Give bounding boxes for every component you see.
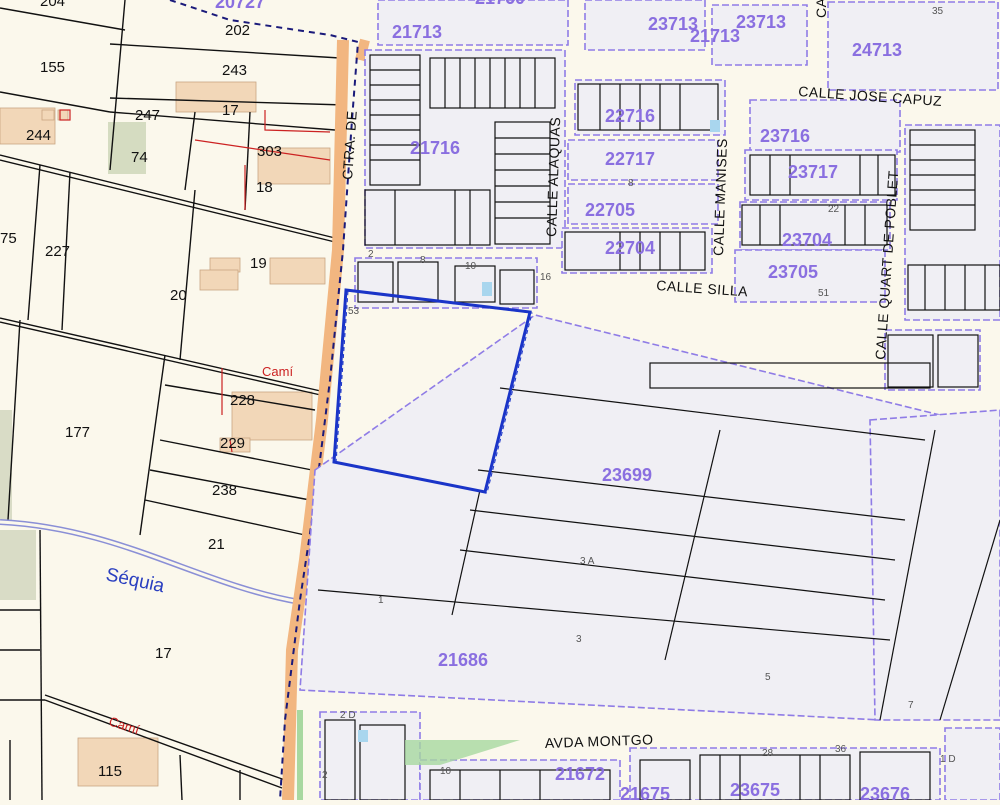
parcel-label: 115 [98, 763, 122, 780]
parcel-label: 243 [222, 62, 247, 79]
cadastral-map[interactable]: 204 202 155 243 247 17 244 74 303 18 75 … [0, 0, 1000, 804]
parcel-label: 21 [208, 536, 225, 553]
parcel-label: 303 [257, 143, 282, 160]
block-label: 23704 [782, 230, 832, 250]
house-number: 1 D [940, 754, 956, 765]
house-number: 2 D [340, 710, 356, 721]
house-number: 51 [818, 288, 830, 299]
block-label: 21675 [620, 784, 670, 800]
house-number: 8 [628, 178, 634, 189]
block-label: 22705 [585, 200, 635, 220]
house-number: 53 [348, 306, 360, 317]
house-number: 36 [835, 744, 847, 755]
block-label: 23713 [736, 12, 786, 32]
house-number: 28 [762, 748, 774, 759]
house-number: 8 [420, 255, 426, 266]
block-label: 23676 [860, 784, 910, 800]
block-label: 21716 [410, 138, 460, 158]
block-label: 23675 [730, 780, 780, 800]
parcel-label: 17 [222, 102, 239, 119]
block-label: 23705 [768, 262, 818, 282]
house-number: 3 A [580, 556, 595, 567]
parcel-label: 75 [0, 230, 17, 247]
parcel-label: 18 [256, 179, 273, 196]
block-label: 21686 [438, 650, 488, 670]
parcel-label: 74 [131, 149, 148, 166]
house-number: 35 [932, 6, 944, 17]
parcel-label: 17 [155, 645, 172, 662]
house-number: 22 [828, 204, 840, 215]
block-label: 22717 [605, 149, 655, 169]
house-number: 3 [576, 634, 582, 645]
house-number: 10 [440, 766, 452, 777]
parcel-label: 202 [225, 22, 250, 39]
parcel-label: 19 [250, 255, 267, 272]
block-label: 23716 [760, 126, 810, 146]
block-label: 24713 [852, 40, 902, 60]
parcel-label: 238 [212, 482, 237, 499]
parcel-label: 229 [220, 435, 245, 452]
street-label: CA [813, 0, 829, 18]
block-label: 21672 [555, 764, 605, 784]
parcel-label: 247 [135, 107, 160, 124]
cami-label: Camí [262, 364, 293, 379]
house-number: 7 [908, 700, 914, 711]
house-number: 2 [322, 770, 328, 781]
house-number: 16 [540, 272, 552, 283]
parcel-label: 177 [65, 424, 90, 441]
house-number: 5 [765, 672, 771, 683]
parcel-label: 20 [170, 287, 187, 304]
block-label: 23713 [648, 14, 698, 34]
block-label: 22716 [605, 106, 655, 126]
parcel-label: 227 [45, 243, 70, 260]
parcel-label: 228 [230, 392, 255, 409]
green-strip [0, 530, 36, 600]
house-number: 2 [368, 249, 374, 260]
map-canvas: 204 202 155 243 247 17 244 74 303 18 75 … [0, 0, 1000, 804]
block-label: 21760 [475, 0, 525, 8]
block-label: 20727 [215, 0, 265, 12]
house-number: 1 [378, 595, 384, 606]
parcel-label: 204 [40, 0, 65, 10]
block-label: 22704 [605, 238, 655, 258]
block-label: 23699 [602, 465, 652, 485]
parcel-label: 155 [40, 59, 65, 76]
block-label: 23717 [788, 162, 838, 182]
block-label: 21713 [392, 22, 442, 42]
house-number: 10 [465, 261, 477, 272]
green-strip [0, 410, 12, 520]
parcel-label: 244 [26, 127, 51, 144]
